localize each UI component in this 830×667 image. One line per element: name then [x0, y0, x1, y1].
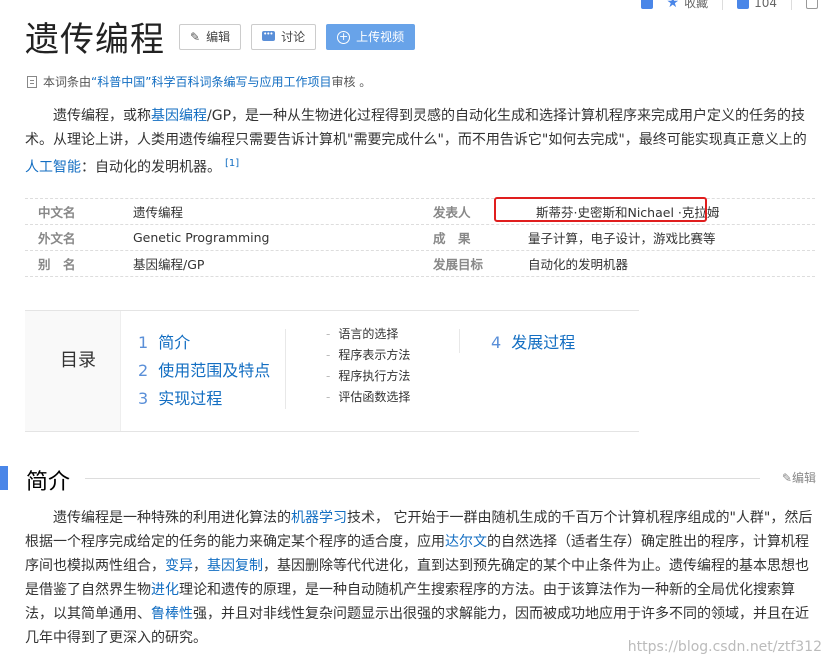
toc-item-history[interactable]: 4 发展过程 — [491, 329, 575, 357]
section-edit-label: 编辑 — [791, 471, 816, 485]
info-row: 别 名 基因编程/GP 发展目标 自动化的发明机器 — [25, 251, 815, 277]
like-button[interactable]: 104 — [737, 0, 777, 10]
add-icon[interactable] — [640, 0, 653, 9]
body-text: ， — [193, 558, 207, 574]
toc-sub-label: 语言的选择 — [338, 327, 399, 341]
intro-section-paragraph: 遗传编程是一种特殊的利用进化算法的机器学习技术， 它开始于一群由随机生成的千百万… — [25, 506, 815, 650]
pencil-icon: ✎ — [781, 471, 792, 485]
toc-label: 使用范围及特点 — [158, 361, 271, 380]
toc-subitem[interactable]: - 评估函数选择 — [326, 387, 410, 408]
divider — [791, 0, 792, 10]
review-notice: 本词条由 “科普中国”科学百科词条编写与应用工作项目 审核 。 — [27, 73, 371, 90]
toc-title: 目录 — [60, 350, 96, 371]
toc-column-2: - 语言的选择 - 程序表示方法 - 程序执行方法 - 评估函数选择 — [326, 324, 410, 408]
divider — [722, 0, 724, 10]
toc-sub-label: 程序执行方法 — [338, 369, 411, 383]
toc-label: 发展过程 — [511, 333, 576, 352]
like-count: 104 — [754, 0, 777, 10]
info-value: 自动化的发明机器 — [528, 257, 629, 272]
toc-sub-label: 程序表示方法 — [338, 348, 411, 362]
top-toolbar: ★ 收藏 104 — [640, 0, 818, 11]
watermark: https://blog.csdn.net/ztf312 — [627, 639, 822, 655]
upload-video-button[interactable]: + 上传视频 — [326, 23, 416, 50]
toc-number: 4 — [491, 333, 502, 352]
toc-item-implementation[interactable]: 3 实现过程 — [138, 385, 270, 413]
toc-number: 3 — [138, 389, 149, 408]
link-gene-duplication[interactable]: 基因复制 — [207, 558, 263, 574]
summary-paragraph: 遗传编程，或称基因编程/GP，是一种从生物进化过程得到灵感的自动化生成和选择计算… — [25, 104, 815, 180]
upload-label: 上传视频 — [356, 30, 405, 44]
toc-divider — [285, 329, 286, 409]
star-icon: ★ — [666, 0, 680, 11]
info-key: 外文名 — [38, 231, 76, 246]
link-ai[interactable]: 人工智能 — [25, 160, 81, 176]
info-value: 量子计算，电子设计，游戏比赛等 — [528, 231, 716, 246]
toc-number: 1 — [138, 333, 149, 352]
reference-link[interactable]: [1] — [225, 158, 239, 169]
toc-column-3: 4 发展过程 — [491, 329, 575, 357]
table-of-contents: 目录 1 简介 2 使用范围及特点 3 实现过程 - 语言的选择 - 程序表示方法 - 程序… — [25, 310, 639, 432]
info-key: 别 名 — [38, 257, 76, 272]
title-row: 遗传编程 ✎ 编辑 讨论 + 上传视频 — [25, 12, 425, 61]
plus-circle-icon: + — [337, 30, 351, 44]
info-key: 中文名 — [38, 205, 76, 220]
dash-icon: - — [326, 369, 331, 383]
pencil-icon: ✎ — [190, 29, 201, 44]
summary-text: ：自动化的发明机器。 — [81, 159, 221, 176]
info-value: 遗传编程 — [133, 205, 184, 220]
toc-item-intro[interactable]: 1 简介 — [138, 329, 270, 357]
toc-label: 简介 — [158, 333, 191, 352]
toc-subitem[interactable]: - 语言的选择 — [326, 324, 410, 345]
body-text: 遗传编程是一种特殊的利用进化算法的 — [53, 510, 291, 526]
info-value: 基因编程/GP — [133, 257, 205, 272]
chat-icon — [262, 30, 276, 44]
section-title: 简介 — [26, 470, 71, 495]
discuss-button[interactable]: 讨论 — [251, 23, 317, 50]
thumb-icon — [737, 0, 750, 9]
discuss-label: 讨论 — [281, 30, 306, 44]
section-header: 简介 ✎编辑 — [0, 464, 830, 495]
toc-number: 2 — [138, 361, 149, 380]
info-key: 发展目标 — [433, 257, 484, 272]
link-robustness[interactable]: 鲁棒性 — [151, 606, 193, 622]
toc-header-panel: 目录 — [25, 311, 121, 431]
toc-sub-label: 评估函数选择 — [338, 390, 411, 404]
toc-column-1: 1 简介 2 使用范围及特点 3 实现过程 — [138, 329, 270, 413]
summary-text: 遗传编程，或称 — [53, 108, 151, 124]
edit-button[interactable]: ✎ 编辑 — [179, 23, 242, 50]
notice-org-link[interactable]: “科普中国”科学百科词条编写与应用工作项目 — [91, 73, 331, 90]
dash-icon: - — [326, 390, 331, 404]
link-mutation[interactable]: 变异 — [165, 558, 193, 574]
notice-suffix: 审核 。 — [331, 75, 372, 89]
section-accent-bar — [0, 466, 8, 490]
dash-icon: - — [326, 327, 331, 341]
link-machine-learning[interactable]: 机器学习 — [291, 510, 347, 526]
toc-item-scope[interactable]: 2 使用范围及特点 — [138, 357, 270, 385]
link-darwin[interactable]: 达尔文 — [445, 534, 487, 550]
link-gene-programming[interactable]: 基因编程 — [151, 108, 207, 124]
toc-subitem[interactable]: - 程序执行方法 — [326, 366, 410, 387]
page-title: 遗传编程 — [25, 20, 165, 60]
info-value: Genetic Programming — [133, 230, 270, 245]
section-divider — [85, 478, 760, 479]
link-evolution[interactable]: 进化 — [151, 582, 179, 598]
document-icon — [27, 75, 37, 88]
toc-label: 实现过程 — [158, 389, 223, 408]
section-edit-button[interactable]: ✎编辑 — [782, 469, 816, 486]
edit-label: 编辑 — [206, 30, 231, 44]
highlight-box — [494, 197, 707, 222]
share-icon[interactable] — [806, 0, 818, 9]
toc-subitem[interactable]: - 程序表示方法 — [326, 345, 410, 366]
info-row: 外文名 Genetic Programming 成 果 量子计算，电子设计，游戏… — [25, 225, 815, 251]
dash-icon: - — [326, 348, 331, 362]
info-key: 成 果 — [433, 231, 471, 246]
collect-button[interactable]: ★ 收藏 — [667, 0, 709, 11]
notice-prefix: 本词条由 — [43, 75, 92, 89]
toc-divider — [459, 329, 460, 353]
collect-label: 收藏 — [684, 0, 709, 10]
